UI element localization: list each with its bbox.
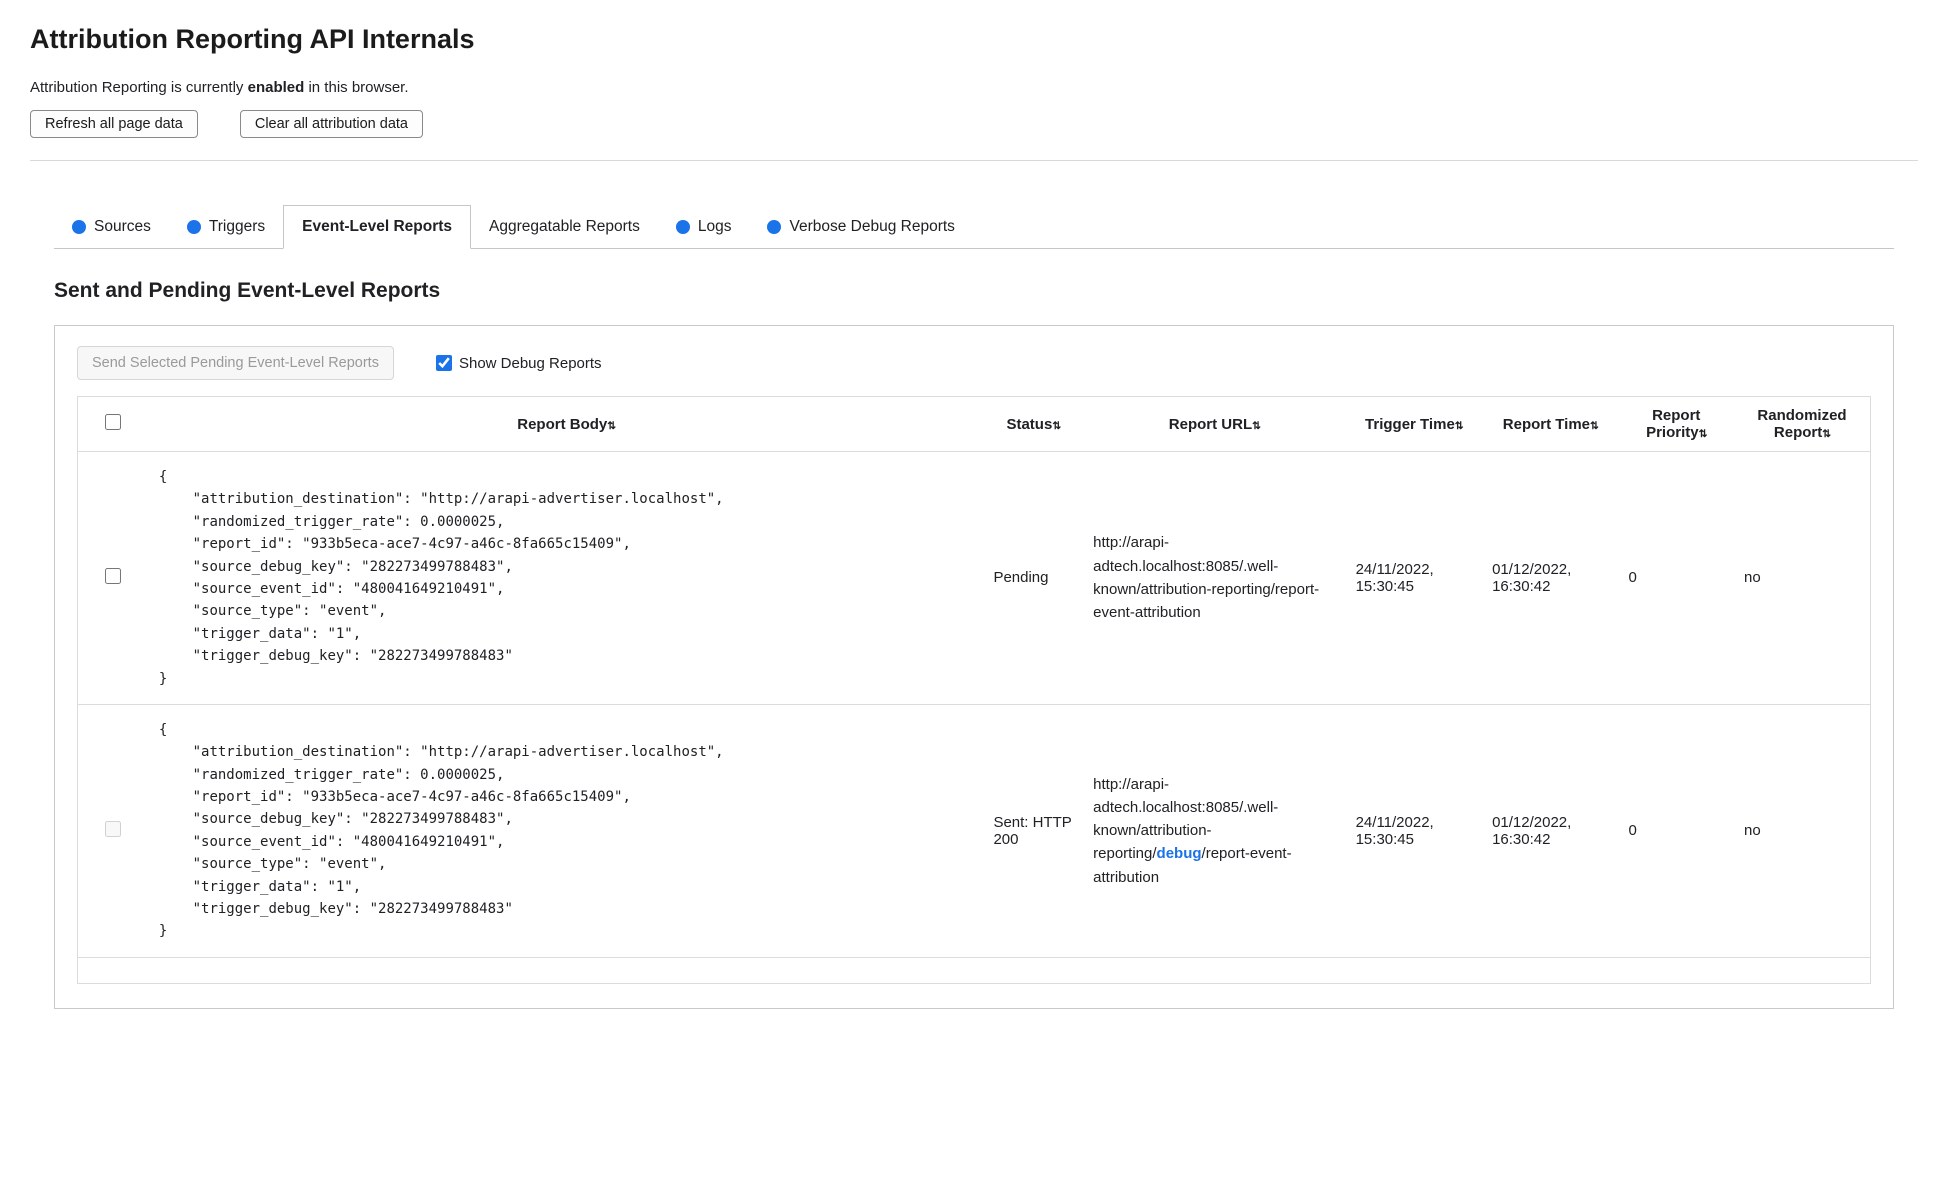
status-prefix: Attribution Reporting is currently xyxy=(30,79,248,96)
report-priority-cell: 0 xyxy=(1618,704,1734,958)
status-suffix: in this browser. xyxy=(304,79,409,96)
clear-all-button[interactable]: Clear all attribution data xyxy=(239,110,423,138)
page-actions: Refresh all page data Clear all attribut… xyxy=(30,110,1918,138)
tab-label: Sources xyxy=(94,218,151,235)
report-priority-cell: 0 xyxy=(1618,451,1734,705)
row-checkbox[interactable] xyxy=(105,567,122,584)
tab-triggers[interactable]: Triggers xyxy=(169,206,283,248)
report-controls: Send Selected Pending Event-Level Report… xyxy=(77,346,1871,380)
trigger-time-column-header[interactable]: Trigger Time⇅ xyxy=(1345,396,1483,452)
tab-logs[interactable]: Logs xyxy=(658,206,750,248)
report-url-cell: http://arapi-adtech.localhost:8085/.well… xyxy=(1083,704,1346,958)
verbose-debug-data-dot-icon xyxy=(767,220,782,234)
row-checkbox-cell xyxy=(77,451,149,705)
randomized-report-cell: no xyxy=(1734,704,1871,958)
report-time-column-header[interactable]: Report Time⇅ xyxy=(1482,396,1619,452)
page-title: Attribution Reporting API Internals xyxy=(30,24,475,54)
table-header-row: Report Body⇅ Status⇅ Report URL⇅ Trigger… xyxy=(77,396,1871,452)
report-time-cell: 01/12/2022, 16:30:42 xyxy=(1482,704,1619,958)
select-all-checkbox[interactable] xyxy=(105,414,122,430)
select-all-header xyxy=(77,396,149,452)
report-body-column-header[interactable]: Report Body⇅ xyxy=(148,396,984,452)
report-time-cell: 01/12/2022, 16:30:42 xyxy=(1482,451,1619,705)
row-checkbox-cell xyxy=(77,704,149,958)
send-selected-reports-button[interactable]: Send Selected Pending Event-Level Report… xyxy=(77,346,394,380)
sort-icon: ⇅ xyxy=(1698,428,1708,440)
tab-sources[interactable]: Sources xyxy=(54,206,169,248)
report-url-text: http://arapi-adtech.localhost:8085/.well… xyxy=(1093,534,1320,622)
randomized-report-cell: no xyxy=(1734,451,1871,705)
tab-label: Event-Level Reports xyxy=(302,218,453,235)
status-cell: Sent: HTTP 200 xyxy=(983,704,1084,958)
report-body-cell: { "attribution_destination": "http://ara… xyxy=(148,451,984,705)
sort-icon: ⇅ xyxy=(1822,428,1831,440)
tab-label: Verbose Debug Reports xyxy=(789,218,955,235)
report-priority-column-header[interactable]: Report Priority⇅ xyxy=(1618,396,1734,452)
sort-icon: ⇅ xyxy=(1252,419,1261,432)
show-debug-reports-label: Show Debug Reports xyxy=(458,354,602,372)
sources-data-dot-icon xyxy=(72,220,86,234)
report-row-sent: { "attribution_destination": "http://ara… xyxy=(77,704,1871,958)
tab-label: Triggers xyxy=(208,218,266,235)
report-url-column-header[interactable]: Report URL⇅ xyxy=(1083,396,1346,452)
report-row-pending: { "attribution_destination": "http://ara… xyxy=(77,451,1871,705)
status-enabled-text: enabled xyxy=(247,79,305,96)
section-heading: Sent and Pending Event-Level Reports xyxy=(54,279,441,302)
status-cell: Pending xyxy=(983,451,1084,705)
attribution-internals-page: Attribution Reporting API Internals Attr… xyxy=(0,0,1948,1009)
sort-icon: ⇅ xyxy=(1590,419,1599,432)
tab-aggregatable-reports[interactable]: Aggregatable Reports xyxy=(471,206,658,248)
status-column-header[interactable]: Status⇅ xyxy=(983,396,1084,452)
event-level-reports-table: Report Body⇅ Status⇅ Report URL⇅ Trigger… xyxy=(77,396,1871,984)
trigger-time-cell: 24/11/2022, 15:30:45 xyxy=(1345,451,1483,705)
status-line: Attribution Reporting is currently enabl… xyxy=(30,79,1918,96)
content-area: Sources Triggers Event-Level Reports Agg… xyxy=(54,205,1894,1009)
tab-bar: Sources Triggers Event-Level Reports Agg… xyxy=(54,205,1894,249)
show-debug-reports-toggle[interactable]: Show Debug Reports xyxy=(435,354,602,372)
tab-label: Aggregatable Reports xyxy=(489,218,640,235)
report-url-cell: http://arapi-adtech.localhost:8085/.well… xyxy=(1083,451,1346,705)
show-debug-reports-checkbox[interactable] xyxy=(435,355,452,371)
debug-link[interactable]: debug xyxy=(1157,845,1202,862)
sort-icon: ⇅ xyxy=(1052,419,1061,432)
sort-icon: ⇅ xyxy=(607,419,616,432)
sort-icon: ⇅ xyxy=(1454,419,1464,432)
report-body-cell: { "attribution_destination": "http://ara… xyxy=(148,704,984,958)
randomized-report-column-header[interactable]: Randomized Report⇅ xyxy=(1734,396,1871,452)
refresh-all-button[interactable]: Refresh all page data xyxy=(30,110,198,138)
row-checkbox-disabled xyxy=(105,820,122,837)
tab-verbose-debug-reports[interactable]: Verbose Debug Reports xyxy=(749,206,972,248)
table-footer-spacer xyxy=(78,957,1871,983)
triggers-data-dot-icon xyxy=(186,220,201,234)
trigger-time-cell: 24/11/2022, 15:30:45 xyxy=(1345,704,1483,958)
logs-data-dot-icon xyxy=(675,220,690,234)
tab-event-level-reports[interactable]: Event-Level Reports xyxy=(283,205,472,249)
reports-panel: Send Selected Pending Event-Level Report… xyxy=(54,325,1894,1009)
page-divider xyxy=(30,160,1918,161)
tab-label: Logs xyxy=(697,218,732,235)
